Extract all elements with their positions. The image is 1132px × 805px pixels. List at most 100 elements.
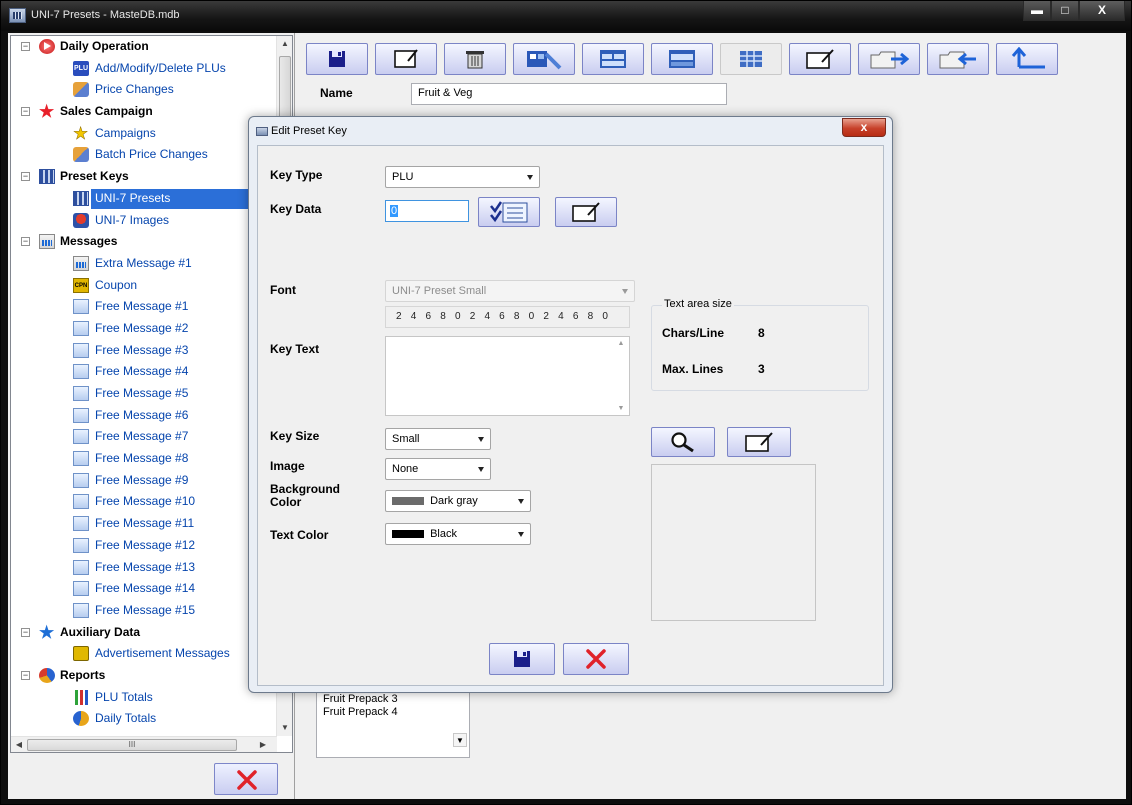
tree-group[interactable]: − Preset Keys (11, 166, 277, 188)
edit-preview-button[interactable] (727, 427, 791, 457)
tree-hscroll-thumb[interactable]: III (27, 739, 237, 751)
collapse-toggle-icon[interactable]: − (21, 670, 30, 680)
main-toolbar (306, 43, 1058, 75)
tree-item[interactable]: Free Message #12 (11, 535, 277, 557)
tree-item-label: Free Message #3 (95, 342, 189, 357)
tree-item[interactable]: Free Message #13 (11, 557, 277, 579)
tree-item-label: Campaigns (95, 125, 156, 140)
dialog-cancel-button[interactable] (563, 643, 629, 675)
export-button[interactable] (858, 43, 920, 75)
tree-group[interactable]: − Messages (11, 231, 277, 253)
tree-item[interactable]: Free Message #4 (11, 361, 277, 383)
scroll-right-arrow-icon[interactable]: ▶ (255, 737, 271, 752)
import-button[interactable] (927, 43, 989, 75)
font-select[interactable]: UNI-7 Preset Small (385, 280, 635, 302)
key-text-scrollbar[interactable]: ▲ ▼ (613, 337, 629, 415)
key-layout-button[interactable] (513, 43, 575, 75)
tree-group[interactable]: − ★ Sales Campaign (11, 101, 277, 123)
preset-keys-icon (39, 169, 55, 185)
tree-item[interactable]: Free Message #1 (11, 296, 277, 318)
tree-item[interactable]: Free Message #6 (11, 405, 277, 427)
list-item[interactable]: Fruit Prepack 3 (323, 693, 463, 706)
grid-view-button[interactable] (720, 43, 782, 75)
tree-item[interactable]: Price Changes (11, 79, 277, 101)
key-size-select[interactable]: Small (385, 428, 491, 450)
dialog-close-button[interactable]: x (842, 118, 886, 137)
select-plu-button[interactable] (478, 197, 540, 227)
tree-item[interactable]: Free Message #14 (11, 578, 277, 600)
edit-preset-key-dialog: Edit Preset Key x Key Type PLU Key Data … (248, 116, 893, 693)
delete-button[interactable] (444, 43, 506, 75)
key-layout-icon (527, 51, 562, 70)
save-button[interactable] (306, 43, 368, 75)
collapse-toggle-icon[interactable]: − (21, 42, 30, 51)
scroll-left-arrow-icon[interactable]: ◀ (11, 737, 27, 752)
background-color-select[interactable]: Dark gray (385, 490, 531, 512)
collapse-toggle-icon[interactable]: − (21, 172, 30, 182)
name-input[interactable]: Fruit & Veg (411, 83, 727, 105)
key-text-input[interactable]: ▲ ▼ (385, 336, 630, 416)
text-color-select[interactable]: Black (385, 523, 531, 545)
collapse-toggle-icon[interactable]: − (21, 627, 30, 637)
tree-item[interactable]: Batch Price Changes (11, 144, 277, 166)
text-area-size-group: Text area size Chars/Line 8 Max. Lines 3 (651, 298, 869, 391)
list-item[interactable]: Fruit Prepack 4 (323, 706, 463, 719)
text-area-size-title: Text area size (662, 298, 734, 310)
edit-window-button[interactable] (789, 43, 851, 75)
tree-item[interactable]: Free Message #15 (11, 600, 277, 622)
collapse-toggle-icon[interactable]: − (21, 237, 30, 247)
back-button[interactable] (996, 43, 1058, 75)
tree-horizontal-scrollbar[interactable]: ◀ III ▶ (11, 736, 277, 752)
tree-item[interactable]: UNI-7 Presets (11, 188, 277, 210)
key-data-value: 0 (390, 205, 399, 217)
tree-item-label: UNI-7 Presets (95, 190, 171, 205)
edit-key-data-button[interactable] (555, 197, 617, 227)
character-ruler: 2 4 6 8 0 2 4 6 8 0 2 4 6 8 0 (385, 306, 630, 328)
tree-item[interactable]: PLU Add/Modify/Delete PLUs (11, 58, 277, 80)
collapse-toggle-icon[interactable]: − (21, 107, 30, 117)
tree-item[interactable]: Free Message #7 (11, 426, 277, 448)
layout-a-button[interactable] (582, 43, 644, 75)
close-module-button[interactable] (214, 763, 278, 795)
layout-b-button[interactable] (651, 43, 713, 75)
image-select[interactable]: None (385, 458, 491, 480)
list-dropdown-arrow-icon[interactable]: ▼ (453, 733, 467, 747)
tree-item[interactable]: Daily Totals (11, 708, 277, 730)
tree-group[interactable]: − ★ Auxiliary Data (11, 622, 277, 644)
tree-item[interactable]: Free Message #5 (11, 383, 277, 405)
key-type-select[interactable]: PLU (385, 166, 540, 188)
scroll-down-arrow-icon[interactable]: ▼ (277, 720, 292, 736)
tree-item[interactable]: Extra Message #1 (11, 253, 277, 275)
tree-item[interactable]: Free Message #3 (11, 340, 277, 362)
title-bar[interactable]: UNI-7 Presets - MasteDB.mdb ▬ □ X (1, 1, 1131, 31)
edit-button[interactable] (375, 43, 437, 75)
tree-item[interactable]: Free Message #10 (11, 491, 277, 513)
tree-item[interactable]: Free Message #8 (11, 448, 277, 470)
tree-item[interactable]: PLU Totals (11, 687, 277, 709)
tree-item[interactable]: ★ Campaigns (11, 123, 277, 145)
scroll-up-arrow-icon[interactable]: ▲ (613, 340, 629, 347)
key-data-input[interactable]: 0 (385, 200, 469, 222)
preset-list[interactable]: Fruit Prepack 3 Fruit Prepack 4 ▼ (316, 688, 470, 758)
tree-group[interactable]: − Reports (11, 665, 277, 687)
tree-item[interactable]: CPN Coupon (11, 275, 277, 297)
scroll-up-arrow-icon[interactable]: ▲ (277, 36, 292, 52)
maximize-button[interactable]: □ (1051, 1, 1079, 21)
dialog-save-button[interactable] (489, 643, 555, 675)
tree-item[interactable]: UNI-7 Images (11, 210, 277, 232)
background-color-swatch (392, 497, 424, 506)
tree-content: − Daily Operation PLU Add/Modify/Delete PLU… (11, 36, 277, 736)
preview-key-button[interactable] (651, 427, 715, 457)
red-star-icon: ★ (39, 102, 55, 122)
edit-icon (394, 49, 418, 68)
image-label: Image (270, 459, 305, 473)
tree-item[interactable]: Free Message #2 (11, 318, 277, 340)
close-window-button[interactable]: X (1079, 1, 1125, 21)
tree-item[interactable]: Free Message #11 (11, 513, 277, 535)
minimize-button[interactable]: ▬ (1023, 1, 1051, 21)
key-size-label: Key Size (270, 429, 320, 443)
tree-group[interactable]: − Daily Operation (11, 36, 277, 58)
tree-item[interactable]: Advertisement Messages (11, 643, 277, 665)
scroll-down-arrow-icon[interactable]: ▼ (613, 405, 629, 412)
tree-item[interactable]: Free Message #9 (11, 470, 277, 492)
